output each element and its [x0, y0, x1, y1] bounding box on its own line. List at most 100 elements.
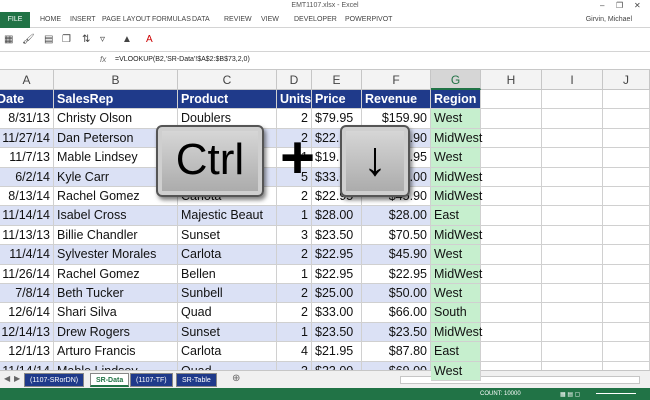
restore-icon[interactable]: ❐ — [616, 1, 623, 10]
worksheet-grid[interactable]: DateSalesRepProductUnitsPriceRevenueRegi… — [0, 90, 650, 381]
column-header-j[interactable]: J — [603, 70, 650, 90]
cell-product[interactable]: Quad — [178, 303, 277, 323]
cell-region[interactable]: South — [431, 303, 481, 323]
cell-price[interactable]: $22.95 — [312, 264, 362, 284]
empty-cell[interactable] — [603, 148, 650, 168]
format-painter-icon[interactable]: 🖌 — [22, 34, 35, 45]
cell-revenue[interactable]: $70.50 — [362, 225, 431, 246]
header-cell-salesrep[interactable]: SalesRep — [54, 90, 178, 110]
empty-cell[interactable] — [481, 167, 542, 187]
empty-cell[interactable] — [542, 167, 603, 187]
empty-cell[interactable] — [481, 264, 542, 284]
cell-date[interactable]: 11/4/14 — [0, 245, 54, 265]
empty-cell[interactable] — [603, 90, 650, 110]
cell-region[interactable]: MidWest — [431, 167, 482, 187]
font-color-icon[interactable]: A — [146, 34, 153, 45]
cell-product[interactable]: Bellen — [178, 264, 277, 284]
cell-product[interactable]: Carlota — [178, 245, 277, 265]
empty-cell[interactable] — [603, 245, 650, 265]
column-header-e[interactable]: E — [312, 70, 362, 90]
cell-product[interactable]: Sunset — [178, 322, 277, 343]
cell-date[interactable]: 7/8/14 — [0, 284, 54, 304]
empty-cell[interactable] — [603, 128, 650, 149]
cell-revenue[interactable]: $45.90 — [362, 245, 431, 265]
cell-units[interactable]: 1 — [277, 322, 312, 343]
cell-units[interactable]: 2 — [277, 284, 312, 304]
tab-file[interactable]: FILE — [0, 12, 30, 28]
cell-price[interactable]: $33.00 — [312, 303, 362, 323]
user-name[interactable]: Girvin, Michael — [586, 16, 632, 23]
view-icons[interactable]: ▦ ▤ ▢ — [560, 391, 580, 398]
cell-units[interactable]: 1 — [277, 206, 312, 226]
cell-date[interactable]: 11/26/14 — [0, 264, 54, 284]
column-header-c[interactable]: C — [178, 70, 277, 90]
tab-developer[interactable]: DEVELOPER — [294, 16, 337, 23]
cell-region[interactable]: East — [431, 342, 481, 362]
empty-cell[interactable] — [542, 148, 603, 168]
empty-cell[interactable] — [542, 322, 603, 343]
cell-product[interactable]: Sunset — [178, 225, 277, 246]
header-cell-price[interactable]: Price — [312, 90, 362, 110]
cell-price[interactable]: $21.95 — [312, 342, 362, 362]
cell-revenue[interactable]: $22.95 — [362, 264, 431, 284]
close-icon[interactable]: ✕ — [634, 1, 641, 10]
empty-cell[interactable] — [542, 303, 603, 323]
empty-cell[interactable] — [481, 206, 542, 226]
cell-revenue[interactable]: $87.80 — [362, 342, 431, 362]
cell-region[interactable]: MidWest — [431, 322, 482, 343]
cell-region[interactable]: West — [431, 284, 481, 304]
cell-price[interactable]: $22.95 — [312, 245, 362, 265]
cell-salesrep[interactable]: Sylvester Morales — [54, 245, 178, 265]
cell-salesrep[interactable]: Arturo Francis — [54, 342, 178, 362]
empty-cell[interactable] — [542, 109, 603, 129]
empty-cell[interactable] — [603, 225, 650, 246]
cell-product[interactable]: Sunbell — [178, 284, 277, 304]
empty-cell[interactable] — [481, 245, 542, 265]
cell-region[interactable]: West — [431, 109, 481, 129]
empty-cell[interactable] — [603, 303, 650, 323]
cell-price[interactable]: $25.00 — [312, 284, 362, 304]
cell-date[interactable]: 8/31/13 — [0, 109, 54, 129]
cell-revenue[interactable]: $66.00 — [362, 303, 431, 323]
cell-region[interactable]: MidWest — [431, 264, 482, 284]
cell-region[interactable]: West — [431, 245, 481, 265]
header-cell-product[interactable]: Product — [178, 90, 277, 110]
sheet-tab-sr-data[interactable]: SR-Data — [90, 373, 130, 387]
sort-icon[interactable]: ⇅ — [82, 34, 90, 45]
cell-region[interactable]: MidWest — [431, 225, 482, 246]
empty-cell[interactable] — [481, 187, 542, 207]
empty-cell[interactable] — [481, 90, 542, 110]
column-header-d[interactable]: D — [277, 70, 312, 90]
scroll-right-icon[interactable]: ▶ — [14, 374, 20, 383]
fx-icon[interactable]: fx — [100, 55, 106, 64]
empty-cell[interactable] — [481, 128, 542, 149]
copy-icon[interactable]: ❐ — [62, 34, 71, 45]
column-header-i[interactable]: I — [542, 70, 603, 90]
empty-cell[interactable] — [542, 284, 603, 304]
empty-cell[interactable] — [481, 225, 542, 246]
cell-region[interactable]: MidWest — [431, 128, 482, 149]
cell-units[interactable]: 2 — [277, 303, 312, 323]
empty-cell[interactable] — [603, 109, 650, 129]
empty-cell[interactable] — [603, 206, 650, 226]
cell-date[interactable]: 8/13/14 — [0, 187, 54, 207]
empty-cell[interactable] — [542, 128, 603, 149]
cell-date[interactable]: 11/7/13 — [0, 148, 54, 168]
add-sheet-icon[interactable]: ⊕ — [232, 373, 240, 384]
cell-product[interactable]: Majestic Beaut — [178, 206, 277, 226]
formula-input[interactable]: =VLOOKUP(B2,'SR-Data'!$A$2:$B$73,2,0) — [115, 56, 250, 63]
cell-salesrep[interactable]: Isabel Cross — [54, 206, 178, 226]
tab-data[interactable]: DATA — [192, 16, 210, 23]
empty-cell[interactable] — [603, 322, 650, 343]
tab-insert[interactable]: INSERT — [70, 16, 96, 23]
cell-region[interactable]: East — [431, 206, 481, 226]
cell-date[interactable]: 11/27/14 — [0, 128, 54, 149]
cell-units[interactable]: 3 — [277, 225, 312, 246]
empty-cell[interactable] — [481, 284, 542, 304]
header-cell-revenue[interactable]: Revenue — [362, 90, 431, 110]
cell-revenue[interactable]: $50.00 — [362, 284, 431, 304]
empty-cell[interactable] — [603, 264, 650, 284]
empty-cell[interactable] — [481, 322, 542, 343]
empty-cell[interactable] — [481, 148, 542, 168]
cell-salesrep[interactable]: Rachel Gomez — [54, 264, 178, 284]
